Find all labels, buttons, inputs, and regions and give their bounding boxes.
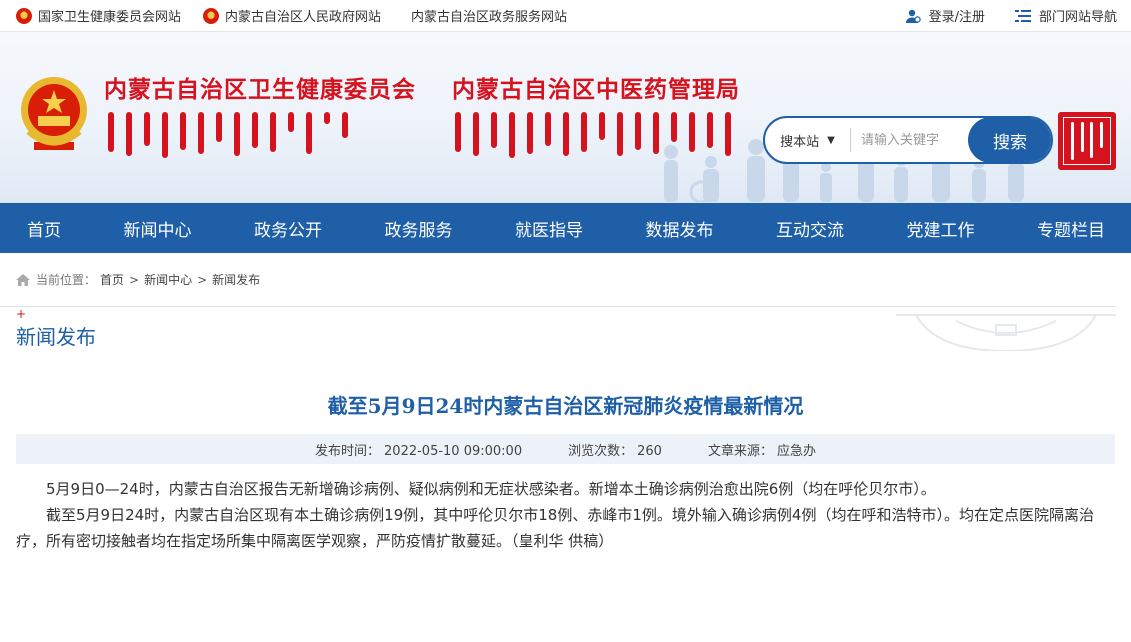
cloud-pattern-decoration [896,314,1116,351]
article-paragraph: 截至5月9日24时，内蒙古自治区现有本土确诊病例19例，其中呼伦贝尔市18例、赤… [16,506,1094,550]
section-header: + 新闻发布 [16,307,1116,369]
view-count-value: 260 [637,443,662,459]
section-title: 新闻发布 [16,325,96,349]
nav-special-topics[interactable]: 专题栏目 [1037,216,1105,241]
search-scope-label: 搜本站 [780,134,820,150]
nav-gov-affairs[interactable]: 政务公开 [254,216,322,241]
link-nmg-gov[interactable]: 内蒙古自治区人民政府网站 [203,6,381,25]
view-count: 浏览次数： 260 [568,440,662,459]
mongolian-script-title-2 [455,112,731,158]
search-button[interactable]: 搜索 [968,118,1051,162]
link-nmg-service-label: 内蒙古自治区政务服务网站 [411,10,568,25]
nav-data-release[interactable]: 数据发布 [646,216,714,241]
main-nav: 首页 新闻中心 政务公开 政务服务 就医指导 数据发布 互动交流 党建工作 专题… [0,203,1131,253]
breadcrumb-home[interactable]: 首页 [100,271,124,288]
nav-medical-guide[interactable]: 就医指导 [515,216,583,241]
search-input[interactable] [851,132,969,148]
breadcrumb: 当前位置： 首页 > 新闻中心 > 新闻发布 [0,253,1116,307]
article-source-label: 文章来源： [707,443,773,459]
article-source: 文章来源： 应急办 [708,440,816,459]
site-search: 搜本站 ▼ 搜索 [763,116,1053,164]
link-nmg-gov-label: 内蒙古自治区人民政府网站 [225,10,382,25]
publish-time: 发布时间： 2022-05-10 09:00:00 [315,440,522,459]
login-link[interactable]: 登录/注册 [905,6,985,25]
view-count-label: 浏览次数： [568,443,634,459]
title-health-commission: 内蒙古自治区卫生健康委员会 [104,77,416,103]
link-nmg-service[interactable]: 内蒙古自治区政务服务网站 [411,6,567,25]
breadcrumb-separator: > [197,272,208,287]
title-tcm-bureau: 内蒙古自治区中医药管理局 [452,77,740,103]
link-nhc[interactable]: 国家卫生健康委员会网站 [16,6,181,25]
national-emblem-icon [16,7,32,24]
nav-gov-services[interactable]: 政务服务 [385,216,453,241]
article-title: 截至5月9日24时内蒙古自治区新冠肺炎疫情最新情况 [327,394,804,418]
plus-marker: + [16,307,27,321]
top-utility-bar: 国家卫生健康委员会网站 内蒙古自治区人民政府网站 内蒙古自治区政务服务网站 登录… [0,0,1131,32]
search-scope-select[interactable]: 搜本站 ▼ [765,128,851,152]
menu-list-icon [1014,9,1031,22]
external-links: 国家卫生健康委员会网站 内蒙古自治区人民政府网站 内蒙古自治区政务服务网站 [16,6,589,25]
nav-party-building[interactable]: 党建工作 [907,216,975,241]
national-emblem-icon [203,7,220,24]
article-paragraph: 5月9日0—24时，内蒙古自治区报告无新增确诊病例、疑似病例和无症状感染者。新增… [46,480,936,498]
site-header: 内蒙古自治区卫生健康委员会 内蒙古自治区中医药管理局 搜本站 ▼ 搜索 [0,32,1131,203]
publish-time-value: 2022-05-10 09:00:00 [384,443,523,459]
nav-news[interactable]: 新闻中心 [124,216,192,241]
nav-home[interactable]: 首页 [27,216,61,241]
article-body: 5月9日0—24时，内蒙古自治区报告无新增确诊病例、疑似病例和无症状感染者。新增… [0,464,1131,554]
home-icon [16,273,30,286]
mongolian-script-title-1 [108,112,348,158]
caret-down-icon: ▼ [827,134,835,146]
breadcrumb-news-center[interactable]: 新闻中心 [144,271,192,288]
national-emblem-logo [21,77,87,150]
user-icon [905,9,921,23]
dept-nav-link[interactable]: 部门网站导航 [1014,6,1117,25]
account-links: 登录/注册 部门网站导航 [875,6,1117,25]
publish-time-label: 发布时间： [315,443,381,459]
breadcrumb-separator: > [129,272,140,287]
breadcrumb-label: 当前位置： [36,273,97,287]
article-source-value: 应急办 [776,443,816,459]
login-label: 登录/注册 [928,10,985,25]
mongolian-seal-logo [1058,112,1116,170]
nav-interaction[interactable]: 互动交流 [776,216,844,241]
article-meta: 发布时间： 2022-05-10 09:00:00 浏览次数： 260 文章来源：应… [16,434,1115,464]
dept-nav-label: 部门网站导航 [1038,10,1117,25]
breadcrumb-news-release[interactable]: 新闻发布 [212,271,260,288]
link-nhc-label: 国家卫生健康委员会网站 [38,10,182,25]
